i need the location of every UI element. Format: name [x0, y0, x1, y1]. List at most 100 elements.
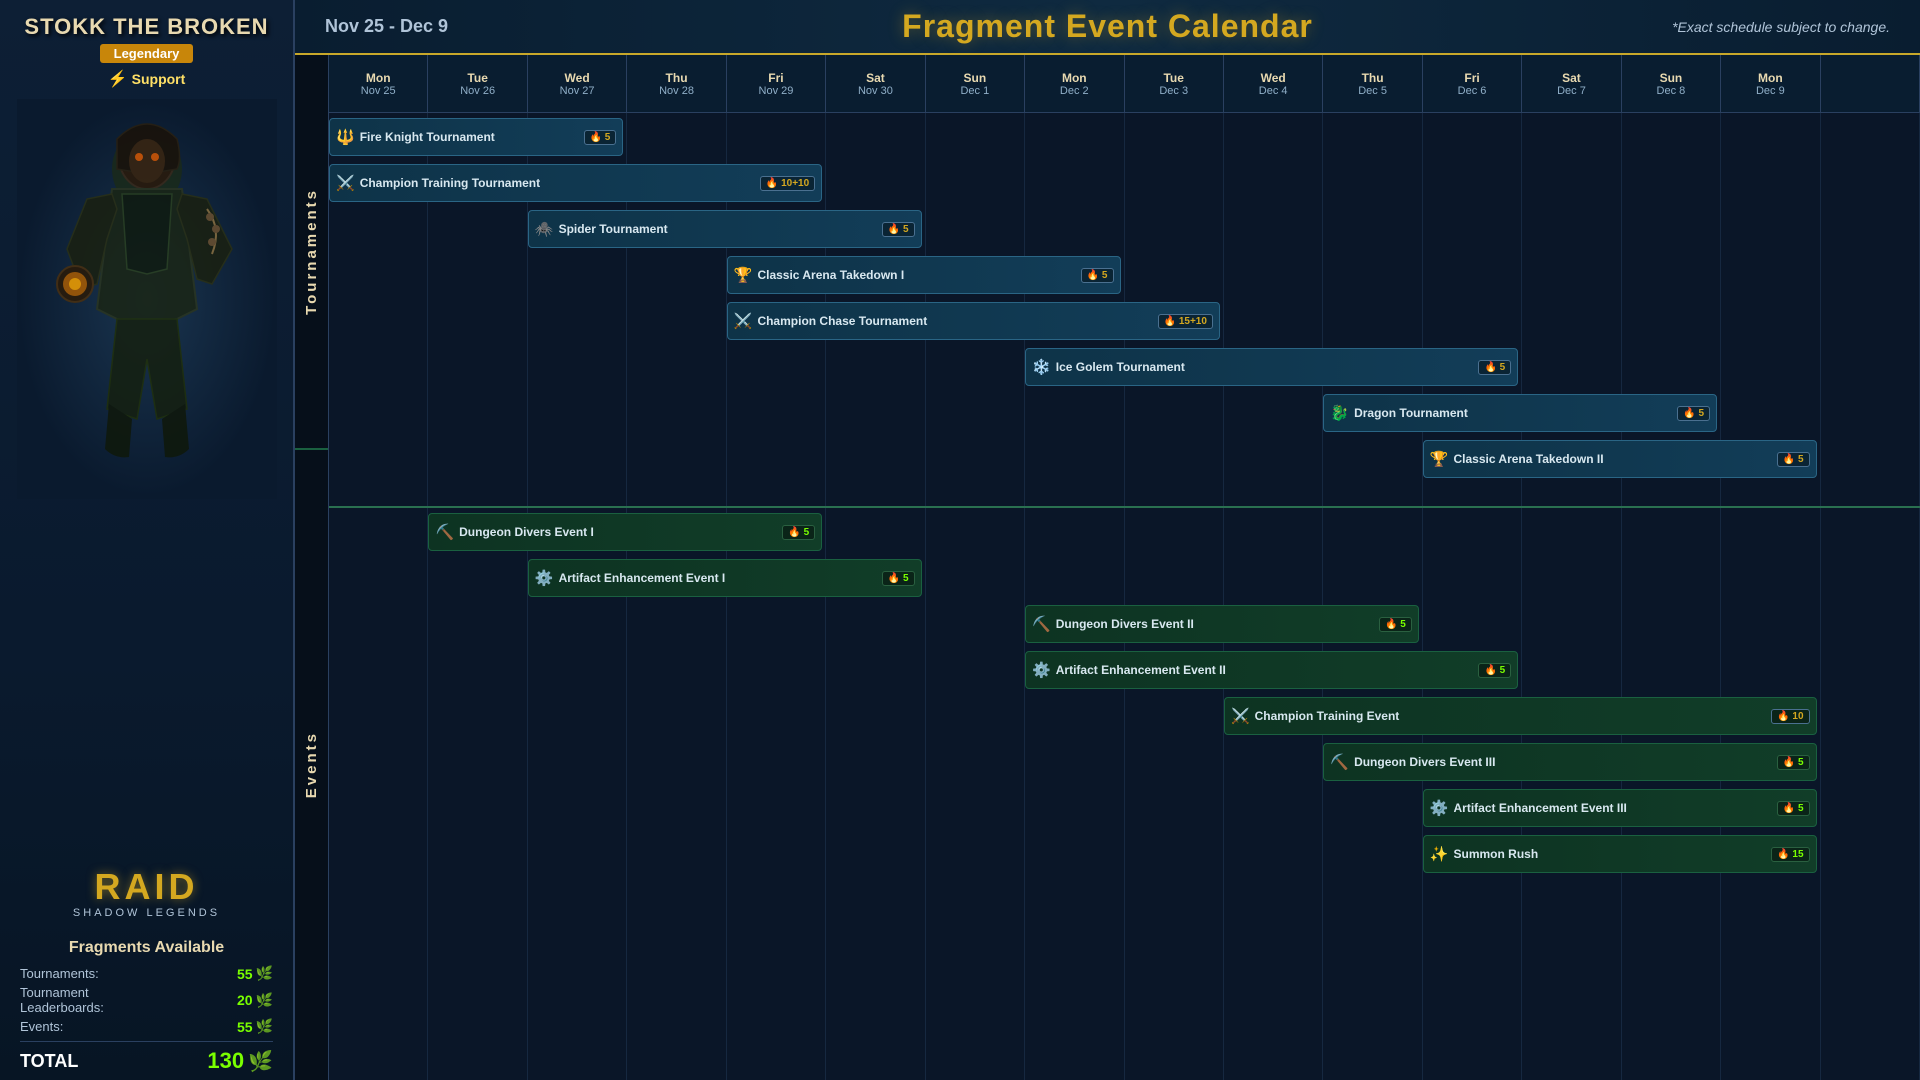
- col-day-1: Tue: [467, 71, 487, 85]
- leaderboards-value: 20 🌿: [237, 992, 273, 1009]
- badge-champion-training-event: 🔥 10: [1771, 709, 1809, 724]
- badge-ice-golem: 🔥 5: [1478, 360, 1511, 375]
- col-date-2: Nov 27: [560, 85, 595, 97]
- tournaments-section-label: Tournaments: [295, 55, 328, 450]
- icon-classic-arena-1: 🏆: [734, 266, 753, 284]
- tournament-bar-champion-chase[interactable]: ⚔️ Champion Chase Tournament 🔥 15+10: [727, 302, 1220, 340]
- col-header-6: SunDec 1: [926, 55, 1025, 112]
- event-bar-champion-training-event[interactable]: ⚔️ Champion Training Event 🔥 10: [1224, 697, 1817, 735]
- badge-classic-arena-1: 🔥 5: [1081, 268, 1114, 283]
- cal-rows: 🔱 Fire Knight Tournament 🔥 5 ⚔️ Champion…: [329, 113, 1920, 1080]
- icon-fire-knight: 🔱: [336, 128, 355, 146]
- events-value: 55 🌿: [237, 1018, 273, 1035]
- label-dungeon-divers-3: Dungeon Divers Event III: [1354, 755, 1772, 769]
- col-day-0: Mon: [366, 71, 391, 85]
- event-bar-artifact-enhance-2[interactable]: ⚙️ Artifact Enhancement Event II 🔥 5: [1025, 651, 1518, 689]
- col-header-3: ThuNov 28: [627, 55, 726, 112]
- col-date-13: Dec 8: [1657, 85, 1686, 97]
- page-wrapper: STOKK THE BROKEN Legendary ⚡ Support: [0, 0, 1920, 1080]
- tournaments-value: 55 🌿: [237, 965, 273, 982]
- event-bar-artifact-enhance-3[interactable]: ⚙️ Artifact Enhancement Event III 🔥 5: [1423, 789, 1817, 827]
- tournament-bar-classic-arena-1[interactable]: 🏆 Classic Arena Takedown I 🔥 5: [727, 256, 1121, 294]
- col-header-10: ThuDec 5: [1323, 55, 1422, 112]
- tournament-bar-champion-training-tourn[interactable]: ⚔️ Champion Training Tournament 🔥 10+10: [329, 164, 822, 202]
- col-header-4: FriNov 29: [727, 55, 826, 112]
- event-bar-dungeon-divers-2[interactable]: ⛏️ Dungeon Divers Event II 🔥 5: [1025, 605, 1419, 643]
- label-artifact-enhance-2: Artifact Enhancement Event II: [1056, 663, 1474, 677]
- icon-champion-training-tourn: ⚔️: [336, 174, 355, 192]
- col-day-8: Tue: [1163, 71, 1183, 85]
- label-champion-training-event: Champion Training Event: [1255, 709, 1767, 723]
- col-header-11: FriDec 6: [1423, 55, 1522, 112]
- badge-champion-training-tourn: 🔥 10+10: [760, 176, 815, 191]
- badge-dungeon-divers-3: 🔥 5: [1777, 755, 1810, 770]
- tournaments-frag-row: Tournaments: 55 🌿: [20, 965, 273, 982]
- calendar-title: Fragment Event Calendar: [902, 8, 1313, 45]
- label-ice-golem: Ice Golem Tournament: [1056, 360, 1474, 374]
- col-date-4: Nov 29: [759, 85, 794, 97]
- col-day-4: Fri: [768, 71, 783, 85]
- col-date-6: Dec 1: [960, 85, 989, 97]
- col-header-7: MonDec 2: [1025, 55, 1124, 112]
- badge-classic-arena-2: 🔥 5: [1777, 452, 1810, 467]
- total-label: TOTAL: [20, 1051, 78, 1072]
- col-header-8: TueDec 3: [1125, 55, 1224, 112]
- col-header-0: MonNov 25: [329, 55, 428, 112]
- icon-dragon-tournament: 🐉: [1330, 404, 1349, 422]
- col-day-6: Sun: [964, 71, 987, 85]
- character-artwork: [17, 99, 277, 499]
- badge-spider: 🔥 5: [882, 222, 915, 237]
- badge-fire-knight: 🔥 5: [584, 130, 617, 145]
- col-day-7: Mon: [1062, 71, 1087, 85]
- col-day-10: Thu: [1362, 71, 1384, 85]
- events-frag-row: Events: 55 🌿: [20, 1018, 273, 1035]
- col-header-5: SatNov 30: [826, 55, 925, 112]
- col-day-2: Wed: [565, 71, 590, 85]
- tournament-bar-fire-knight[interactable]: 🔱 Fire Knight Tournament 🔥 5: [329, 118, 623, 156]
- calendar-main: Nov 25 - Dec 9 Fragment Event Calendar *…: [295, 0, 1920, 1080]
- tournament-bar-classic-arena-2[interactable]: 🏆 Classic Arena Takedown II 🔥 5: [1423, 440, 1817, 478]
- col-header-2: WedNov 27: [528, 55, 627, 112]
- tournament-bar-spider[interactable]: 🕷️ Spider Tournament 🔥 5: [528, 210, 922, 248]
- col-day-5: Sat: [866, 71, 885, 85]
- support-badge: ⚡ Support: [108, 69, 186, 89]
- col-date-11: Dec 6: [1458, 85, 1487, 97]
- col-header-14: MonDec 9: [1721, 55, 1820, 112]
- label-classic-arena-2: Classic Arena Takedown II: [1454, 452, 1772, 466]
- label-dungeon-divers-2: Dungeon Divers Event II: [1056, 617, 1374, 631]
- icon-ice-golem: ❄️: [1032, 358, 1051, 376]
- raid-logo: RAID: [73, 869, 220, 905]
- badge-summon-rush: 🔥 15: [1771, 847, 1809, 862]
- total-number: 130: [207, 1048, 244, 1074]
- badge-artifact-enhance-2: 🔥 5: [1478, 663, 1511, 678]
- label-classic-arena-1: Classic Arena Takedown I: [757, 268, 1075, 282]
- date-range: Nov 25 - Dec 9: [325, 16, 448, 37]
- col-date-7: Dec 2: [1060, 85, 1089, 97]
- label-dungeon-divers-1: Dungeon Divers Event I: [459, 525, 777, 539]
- raid-logo-area: RAID SHADOW LEGENDS: [73, 869, 220, 919]
- tournament-bar-dragon-tournament[interactable]: 🐉 Dragon Tournament 🔥 5: [1323, 394, 1717, 432]
- col-date-10: Dec 5: [1358, 85, 1387, 97]
- event-bar-dungeon-divers-3[interactable]: ⛏️ Dungeon Divers Event III 🔥 5: [1323, 743, 1816, 781]
- icon-champion-training-event: ⚔️: [1231, 707, 1250, 725]
- col-day-11: Fri: [1464, 71, 1479, 85]
- legendary-badge: Legendary: [100, 44, 194, 63]
- tournament-zone: 🔱 Fire Knight Tournament 🔥 5 ⚔️ Champion…: [329, 113, 1920, 508]
- label-champion-training-tourn: Champion Training Tournament: [360, 176, 755, 190]
- icon-classic-arena-2: 🏆: [1430, 450, 1449, 468]
- event-bar-artifact-enhance-1[interactable]: ⚙️ Artifact Enhancement Event I 🔥 5: [528, 559, 922, 597]
- event-bar-dungeon-divers-1[interactable]: ⛏️ Dungeon Divers Event I 🔥 5: [428, 513, 822, 551]
- col-date-0: Nov 25: [361, 85, 396, 97]
- schedule-note: *Exact schedule subject to change.: [1672, 19, 1890, 35]
- total-row: TOTAL 130 🌿: [20, 1041, 273, 1074]
- section-labels: Tournaments Events: [295, 55, 329, 1080]
- fragments-section: Fragments Available Tournaments: 55 🌿 To…: [0, 929, 293, 1080]
- events-text: Events: [303, 731, 320, 798]
- icon-summon-rush: ✨: [1430, 845, 1449, 863]
- col-date-5: Nov 30: [858, 85, 893, 97]
- tournament-bar-ice-golem[interactable]: ❄️ Ice Golem Tournament 🔥 5: [1025, 348, 1518, 386]
- col-day-13: Sun: [1660, 71, 1683, 85]
- tournaments-text: Tournaments: [303, 188, 320, 315]
- event-bar-summon-rush[interactable]: ✨ Summon Rush 🔥 15: [1423, 835, 1817, 873]
- leaf-icon-total: 🌿: [248, 1049, 273, 1074]
